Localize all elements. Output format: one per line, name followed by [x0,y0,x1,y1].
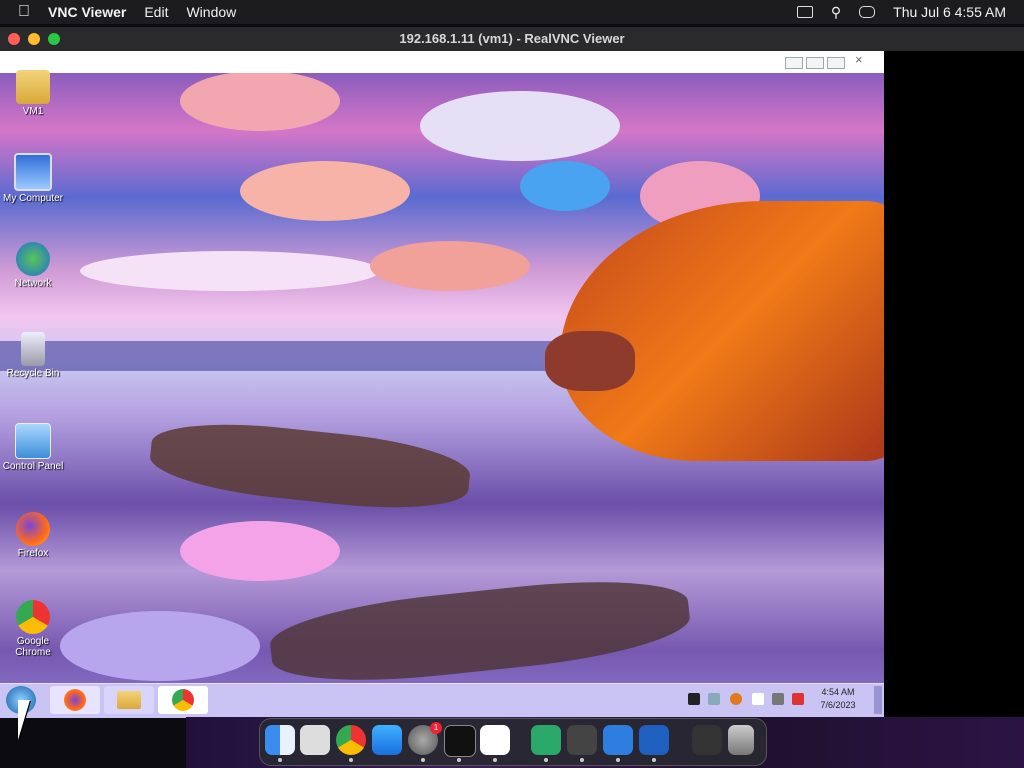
menu-edit[interactable]: Edit [144,4,168,20]
dock-finder-icon[interactable] [265,725,295,755]
desktop-icon-network[interactable]: Network [0,242,66,289]
dock-app-store-icon[interactable] [372,725,402,755]
remote-restore-button[interactable] [806,57,824,69]
wallpaper-rock [545,331,635,391]
dock-trash-icon[interactable] [728,725,754,755]
dock-running-indicator [349,758,353,762]
wallpaper-rock [266,569,694,693]
minimize-button[interactable] [28,33,40,45]
desktop-icon-label: Control Panel [2,461,64,472]
desktop-icon-label: VM1 [22,106,44,117]
control-center-icon[interactable] [859,6,876,18]
viewer-empty-area [884,51,1024,717]
dock-terminal-icon[interactable] [444,725,476,757]
desktop-icon-chrome[interactable]: Google Chrome [0,600,66,658]
remote-maximize-button[interactable] [827,57,845,69]
desktop-icon-vm1[interactable]: VM1 [0,70,66,117]
settings-badge: 1 [430,722,442,734]
dock-app-4-icon[interactable] [639,725,669,755]
wallpaper-cloud [370,241,530,291]
firefox-icon [16,512,50,546]
dock-launchpad-icon[interactable] [300,725,330,755]
network-icon [16,242,50,276]
tray-network-icon[interactable] [708,693,720,705]
desktop-icon-label: Firefox [17,548,49,559]
tray-volume-muted-icon[interactable] [792,693,804,705]
wallpaper-wave [180,521,340,581]
mouse-cursor-icon [18,700,30,740]
wallpaper-cloud [80,251,380,291]
desktop-icon-label: Network [14,278,52,289]
wallpaper-wave [60,611,260,681]
taskbar-firefox-button[interactable] [50,686,100,714]
desktop-icon-control-panel[interactable]: Control Panel [0,423,66,472]
clock-time: 4:54 AM [821,687,855,697]
dock-app-3-icon[interactable] [603,725,633,755]
desktop-icon-label: Recycle Bin [6,368,60,379]
apple-icon[interactable]:  [18,3,30,21]
wallpaper-cloud [420,91,620,161]
remote-close-icon[interactable]: × [855,52,863,67]
taskbar-explorer-button[interactable] [104,686,154,714]
taskbar-clock[interactable]: 4:54 AM 7/6/2023 [808,686,868,712]
menu-window[interactable]: Window [186,4,236,20]
dock-vnc-viewer-icon[interactable] [692,725,722,755]
dock-running-indicator [457,758,461,762]
tray-vnc-icon[interactable] [688,693,700,705]
maximize-button[interactable] [48,33,60,45]
search-icon[interactable]: ⚲ [831,4,841,21]
tray-flag-icon[interactable] [752,693,764,705]
chrome-icon [16,600,50,634]
dock-running-indicator [580,758,584,762]
desktop-icon-my-computer[interactable]: My Computer [0,153,66,204]
taskbar-chrome-button[interactable] [158,686,208,714]
desktop-icon-firefox[interactable]: Firefox [0,512,66,559]
menubar-datetime[interactable]: Thu Jul 6 4:55 AM [893,4,1006,20]
desktop-icon-recycle-bin[interactable]: Recycle Bin [0,332,66,379]
mac-menubar:  VNC Viewer Edit Window ⚲ Thu Jul 6 4:5… [0,0,1024,24]
folder-icon [16,70,50,104]
dock-vscode-icon[interactable] [480,725,510,755]
dock-running-indicator [544,758,548,762]
dock-running-indicator [616,758,620,762]
menu-app-name[interactable]: VNC Viewer [48,4,126,20]
firefox-icon [64,689,86,711]
tray-search-icon[interactable] [730,693,742,705]
recycle-bin-icon [21,332,45,366]
desktop-icon-label: My Computer [2,193,63,204]
screen-mirroring-icon[interactable] [796,6,813,18]
wallpaper-cloud [180,71,340,131]
dock-running-indicator [278,758,282,762]
desktop-icon-label: Google Chrome [15,636,51,658]
window-title: 192.168.1.11 (vm1) - RealVNC Viewer [0,27,1024,51]
dock-app-1-icon[interactable] [531,725,561,755]
dock-running-indicator [493,758,497,762]
dock-chrome-icon[interactable] [336,725,366,755]
control-panel-icon [15,423,51,459]
chrome-icon [172,689,194,711]
dock-app-2-icon[interactable] [567,725,597,755]
dock-running-indicator [652,758,656,762]
wallpaper-cloud [240,161,410,221]
tray-monitor-icon[interactable] [772,693,784,705]
computer-icon [14,153,52,191]
show-desktop-button[interactable] [874,686,882,714]
close-button[interactable] [8,33,20,45]
remote-window-strip [0,51,884,73]
wallpaper-cloud [520,161,610,211]
folder-icon [117,691,141,709]
wallpaper-rock [147,414,473,518]
remote-minimize-button[interactable] [785,57,803,69]
remote-desktop-wallpaper[interactable] [0,51,884,717]
clock-date: 7/6/2023 [820,700,856,710]
dock-running-indicator [421,758,425,762]
